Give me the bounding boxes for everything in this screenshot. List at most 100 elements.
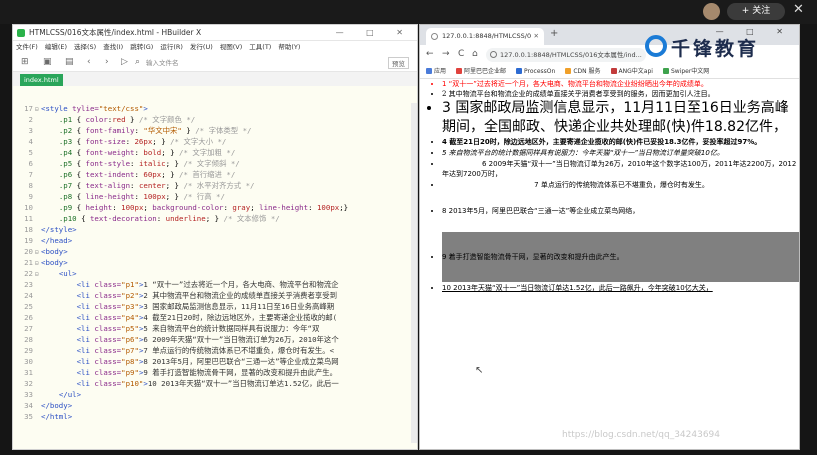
- menu-item[interactable]: 跳转(G): [130, 43, 153, 51]
- code-text: </ul>: [58, 390, 82, 399]
- code-line[interactable]: 31 <li class="p9">9 着手打造智能物流骨干网，显著的改变和提升…: [13, 367, 417, 378]
- editor-tab-bar: index.html: [13, 72, 417, 86]
- line-number: 8: [28, 181, 33, 190]
- code-line[interactable]: 7 .p6 { text-indent: 60px; } /* 首行缩进 */: [13, 169, 417, 180]
- code-line[interactable]: 35 </html>: [13, 411, 417, 422]
- bookmark-item[interactable]: ANG中文api: [610, 68, 653, 75]
- code-text: <li class="p1">1 “双十一”过去将近一个月，各大电商、物流平台和…: [76, 280, 339, 289]
- code-line[interactable]: 26 <li class="p4">4 截至21日20时，除边远地区外，主要寄递…: [13, 312, 417, 323]
- bookmark-item[interactable]: Swiper中文网: [662, 68, 709, 75]
- line-number: 21: [24, 258, 33, 267]
- code-text: </style>: [41, 225, 77, 234]
- bookmark-item[interactable]: CDN 服务: [565, 68, 601, 75]
- code-editor[interactable]: 17 ⊟ <style tylie="text/css"> 2 .p1 { color…: [13, 103, 417, 422]
- bookmark-label: CDN 服务: [573, 68, 601, 75]
- code-line[interactable]: 22 ⊟ <ul>: [13, 268, 417, 279]
- code-line[interactable]: 10 .p9 { height: 100px; background-color…: [13, 202, 417, 213]
- code-line[interactable]: 34 </body>: [13, 400, 417, 411]
- back-arrow-icon[interactable]: ←: [426, 49, 434, 59]
- line-number: 26: [24, 313, 33, 322]
- menu-item[interactable]: 工具(T): [249, 43, 271, 51]
- code-line[interactable]: 29 <li class="p7">7 单点运行的传统物流体系已不堪重负，爆仓时…: [13, 345, 417, 356]
- info-icon[interactable]: [490, 51, 497, 58]
- menu-item[interactable]: 视图(V): [220, 43, 243, 51]
- avatar[interactable]: [703, 3, 720, 20]
- code-line[interactable]: 25 <li class="p3">3 国家邮政局监测信息显示，11月11日至1…: [13, 301, 417, 312]
- editor-menu-bar: 文件(F) 编辑(E) 选择(S) 查找(I) 跳转(G) 运行(R) 发行(U) 视图(V)…: [13, 41, 417, 54]
- line-number: 27: [24, 324, 33, 333]
- new-file-icon[interactable]: ⊞: [21, 57, 31, 67]
- menu-item[interactable]: 编辑(E): [45, 43, 67, 51]
- line-number: 2: [28, 115, 33, 124]
- list-item-p1: 1 “双十一”过去将近一个月，各大电商、物流平台和物流企业纷纷晒出今年的成绩单。: [442, 79, 799, 89]
- menu-item[interactable]: 运行(R): [160, 43, 183, 51]
- close-icon[interactable]: ✕: [793, 2, 804, 17]
- code-line[interactable]: 3 .p2 { font-family: "华文中宋" } /* 字体类型 */: [13, 125, 417, 136]
- list-item-p3: 3 国家邮政局监测信息显示，11月11日至16日业务高峰期间，全国邮政、快递企业…: [442, 99, 799, 137]
- line-number: 23: [24, 280, 33, 289]
- bookmark-item[interactable]: 应用: [426, 68, 446, 75]
- code-line[interactable]: 11 .p10 { text-decoration: underline; } …: [13, 213, 417, 224]
- line-number: 10: [24, 203, 33, 212]
- line-number: 22: [24, 269, 33, 278]
- list-item-p8: 8 2013年5月，阿里巴巴联合“三通一达”等企业成立菜鸟网络，: [442, 191, 799, 232]
- run-icon[interactable]: ▷: [121, 57, 131, 67]
- code-line[interactable]: 24 <li class="p2">2 其中物流平台和物流企业的成绩单直接关乎消…: [13, 290, 417, 301]
- search-icon: ⌕: [135, 57, 141, 67]
- code-line[interactable]: 27 <li class="p5">5 来自物流平台的统计数据同样具有说服力：今…: [13, 323, 417, 334]
- line-number: 34: [24, 401, 33, 410]
- preview-button[interactable]: 预览: [388, 57, 409, 69]
- reload-icon[interactable]: C: [458, 49, 464, 59]
- line-number: 4: [28, 137, 33, 146]
- code-line[interactable]: 5 .p4 { font-weight: bold; } /* 文字加粗 */: [13, 147, 417, 158]
- code-text: <li class="p10">10 2013年天猫“双十一”当日物流订单达1.…: [76, 379, 339, 388]
- code-line[interactable]: 21 ⊟ <body>: [13, 257, 417, 268]
- back-icon[interactable]: ‹: [87, 57, 97, 67]
- bookmark-item[interactable]: ProcessOn: [516, 68, 555, 75]
- bookmark-icon: [516, 68, 523, 74]
- code-text: .p9 { height: 100px; background-color: g…: [58, 203, 349, 212]
- code-line[interactable]: 20 ⊟ <body>: [13, 246, 417, 257]
- menu-item[interactable]: 帮助(Y): [278, 43, 300, 51]
- address-bar[interactable]: 127.0.0.1:8848/HTMLCSS/016文本属性/ind...: [486, 48, 646, 62]
- tab-close-icon[interactable]: ✕: [534, 28, 539, 45]
- forward-icon[interactable]: ›: [105, 57, 115, 67]
- code-line[interactable]: 9 .p8 { line-height: 100px; } /* 行高 */: [13, 191, 417, 202]
- code-line[interactable]: 4 .p3 { font-size: 26px; } /* 文字大小 */: [13, 136, 417, 147]
- code-text: .p7 { text-align: center; } /* 水平对齐方式 */: [58, 181, 255, 190]
- home-icon[interactable]: ⌂: [472, 49, 478, 59]
- list-item-p9: 9 着手打造智能物流骨干网，显著的改变和提升由此产生。: [442, 232, 799, 282]
- code-line[interactable]: 8 .p7 { text-align: center; } /* 水平对齐方式 …: [13, 180, 417, 191]
- follow-button[interactable]: + 关注: [727, 3, 785, 20]
- menu-item[interactable]: 查找(I): [103, 43, 123, 51]
- line-number: 3: [28, 126, 33, 135]
- file-search-input[interactable]: 输入文件名: [146, 57, 179, 67]
- browser-tab[interactable]: 127.0.0.1:8848/HTMLCSS/0 ✕: [426, 28, 544, 45]
- code-line[interactable]: 17 ⊟ <style tylie="text/css">: [13, 103, 417, 114]
- code-line[interactable]: 2 .p1 { color:red } /* 文字颜色 */: [13, 114, 417, 125]
- code-line[interactable]: 32 <li class="p10">10 2013年天猫“双十一”当日物流订单…: [13, 378, 417, 389]
- bookmark-item[interactable]: 阿里巴巴企业邮: [456, 68, 506, 75]
- code-line[interactable]: 28 <li class="p6">6 2009年天猫“双十一”当日物流订单为2…: [13, 334, 417, 345]
- code-line[interactable]: 23 <li class="p1">1 “双十一”过去将近一个月，各大电商、物流…: [13, 279, 417, 290]
- line-number: 9: [28, 192, 33, 201]
- qianfeng-logo: 千锋教育: [645, 33, 775, 63]
- editor-window-controls[interactable]: — □ ✕: [336, 25, 413, 41]
- menu-item[interactable]: 选择(S): [74, 43, 96, 51]
- code-line[interactable]: 6 .p5 { font-style: italic; } /* 文字倾斜 */: [13, 158, 417, 169]
- browser-tab-title: 127.0.0.1:8848/HTMLCSS/0: [442, 32, 532, 40]
- code-line[interactable]: 18 </style>: [13, 224, 417, 235]
- file-open-icon[interactable]: ▤: [65, 57, 75, 67]
- code-line[interactable]: 30 <li class="p8">8 2013年5月，阿里巴巴联合“三通一达”…: [13, 356, 417, 367]
- menu-item[interactable]: 发行(U): [190, 43, 213, 51]
- mouse-cursor-icon: ↖: [475, 365, 484, 376]
- code-line[interactable]: 33 </ul>: [13, 389, 417, 400]
- editor-scrollbar[interactable]: [411, 103, 417, 443]
- save-icon[interactable]: ▣: [43, 57, 53, 67]
- new-tab-button[interactable]: +: [550, 28, 558, 39]
- tab-index-html[interactable]: index.html: [20, 74, 63, 86]
- forward-arrow-icon[interactable]: →: [442, 49, 450, 59]
- code-line[interactable]: 19 </head>: [13, 235, 417, 246]
- menu-item[interactable]: 文件(F): [16, 43, 38, 51]
- code-text: <body>: [41, 258, 68, 267]
